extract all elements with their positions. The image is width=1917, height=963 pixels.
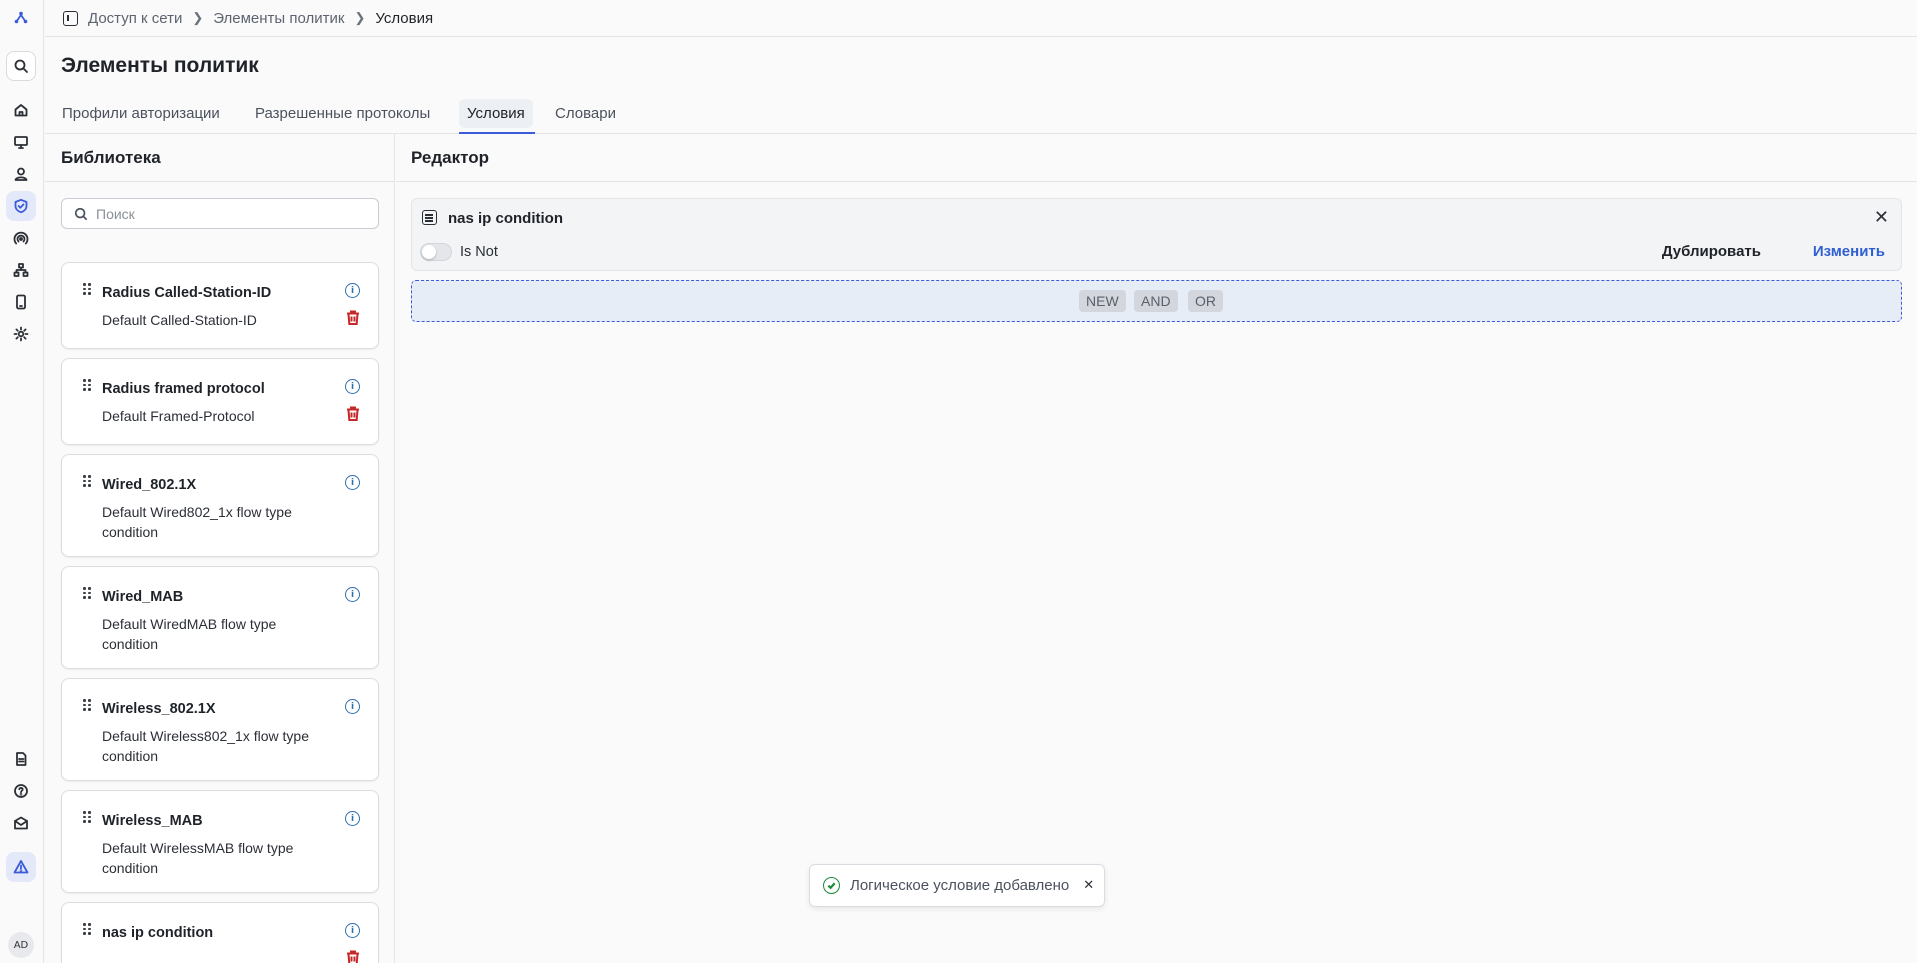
or-chip[interactable]: OR	[1188, 290, 1223, 312]
library-item-desc: Default Wired802_1x flow type condition	[102, 504, 292, 540]
drag-handle-icon[interactable]	[83, 283, 91, 295]
and-chip[interactable]: AND	[1134, 290, 1178, 312]
library-item-name: Wired_MAB	[102, 589, 184, 605]
gear-icon[interactable]	[6, 319, 36, 349]
drag-handle-icon[interactable]	[83, 923, 91, 935]
avatar[interactable]: AD	[8, 932, 34, 958]
info-icon[interactable]: i	[345, 811, 360, 826]
tab-dictionaries[interactable]: Словари	[547, 99, 624, 128]
tab-bar: Профили авторизации Разрешенные протокол…	[45, 95, 1917, 134]
chevron-right-icon: ❯	[354, 10, 366, 25]
library-item-name: Wireless_MAB	[102, 813, 203, 829]
is-not-toggle[interactable]	[420, 243, 452, 261]
edit-button[interactable]: Изменить	[1813, 243, 1885, 260]
breadcrumb-item-network-access[interactable]: Доступ к сети	[88, 10, 182, 27]
home-icon[interactable]	[6, 95, 36, 125]
info-icon[interactable]: i	[345, 923, 360, 938]
breadcrumb-item-conditions: Условия	[375, 9, 434, 27]
drag-handle-icon[interactable]	[83, 699, 91, 711]
editor-title: Редактор	[411, 148, 489, 167]
condition-dropzone[interactable]: NEW AND OR	[411, 280, 1902, 322]
info-icon[interactable]: i	[345, 475, 360, 490]
breadcrumb: Доступ к сети ❯ Элементы политик ❯ Услов…	[45, 0, 1917, 37]
library-panel: Библиотека Radius Called-Station-ID Defa…	[45, 134, 395, 963]
toast-message: Логическое условие добавлено	[850, 877, 1070, 894]
info-icon[interactable]: i	[345, 699, 360, 714]
condition-name: nas ip condition	[448, 210, 563, 227]
library-item-desc: Default WirelessMAB flow type condition	[102, 840, 294, 876]
close-icon[interactable]: ✕	[1874, 209, 1889, 227]
list-icon	[422, 210, 437, 225]
monitor-icon[interactable]	[6, 127, 36, 157]
editor-panel: Редактор nas ip condition ✕ Is Not Дубли…	[396, 134, 1917, 963]
library-item[interactable]: nas ip condition i	[61, 902, 379, 963]
toggle-sidebar-icon[interactable]	[63, 10, 78, 26]
library-item-name: Radius Called-Station-ID	[102, 285, 272, 301]
wifi-icon[interactable]	[6, 223, 36, 253]
logo-icon[interactable]	[6, 3, 36, 33]
library-item[interactable]: Wired_MAB Default WiredMAB flow type con…	[61, 566, 379, 669]
check-circle-icon	[823, 877, 840, 894]
docs-icon[interactable]	[6, 744, 36, 774]
library-item-name: Wireless_802.1X	[102, 701, 216, 717]
info-icon[interactable]: i	[345, 283, 360, 298]
library-item[interactable]: Radius framed protocol Default Framed-Pr…	[61, 358, 379, 445]
tab-conditions[interactable]: Условия	[459, 99, 533, 128]
search-input[interactable]	[96, 205, 346, 222]
close-icon[interactable]: ✕	[1083, 878, 1094, 893]
page-title: Элементы политик	[61, 54, 259, 77]
shield-icon[interactable]	[6, 191, 36, 221]
left-rail: AD	[0, 0, 44, 963]
trash-icon[interactable]	[346, 950, 360, 963]
condition-block: nas ip condition ✕ Is Not Дублировать Из…	[411, 198, 1902, 271]
library-item-name: nas ip condition	[102, 925, 214, 941]
search-icon[interactable]	[6, 51, 36, 81]
info-icon[interactable]: i	[345, 587, 360, 602]
mail-icon[interactable]	[6, 808, 36, 838]
new-chip[interactable]: NEW	[1079, 290, 1126, 312]
search-icon	[74, 207, 88, 220]
chevron-right-icon: ❯	[192, 10, 204, 25]
drag-handle-icon[interactable]	[83, 379, 91, 391]
library-item-name: Wired_802.1X	[102, 477, 197, 493]
drag-handle-icon[interactable]	[83, 587, 91, 599]
is-not-label: Is Not	[460, 244, 498, 260]
tab-authorization-profiles[interactable]: Профили авторизации	[54, 99, 228, 128]
help-icon[interactable]	[6, 776, 36, 806]
editor-header: Редактор	[396, 134, 1917, 182]
info-icon[interactable]: i	[345, 379, 360, 394]
library-item[interactable]: Wireless_MAB Default WirelessMAB flow ty…	[61, 790, 379, 893]
breadcrumb-item-policy-elements[interactable]: Элементы политик	[213, 10, 344, 27]
alert-icon[interactable]	[6, 852, 36, 882]
library-item[interactable]: Wireless_802.1X Default Wireless802_1x f…	[61, 678, 379, 781]
duplicate-button[interactable]: Дублировать	[1662, 243, 1761, 260]
user-icon[interactable]	[6, 159, 36, 189]
library-item-desc: Default WiredMAB flow type condition	[102, 616, 277, 652]
drag-handle-icon[interactable]	[83, 475, 91, 487]
network-icon[interactable]	[6, 255, 36, 285]
library-item[interactable]: Wired_802.1X Default Wired802_1x flow ty…	[61, 454, 379, 557]
device-icon[interactable]	[6, 287, 36, 317]
library-header: Библиотека	[45, 134, 394, 182]
library-item-desc: Default Wireless802_1x flow type conditi…	[102, 728, 309, 764]
library-item-name: Radius framed protocol	[102, 381, 265, 397]
toast-notification: Логическое условие добавлено ✕	[809, 864, 1105, 907]
library-item[interactable]: Radius Called-Station-ID Default Called-…	[61, 262, 379, 349]
library-item-desc: Default Called-Station-ID	[102, 312, 257, 328]
library-search[interactable]	[61, 198, 379, 229]
tab-allowed-protocols[interactable]: Разрешенные протоколы	[247, 99, 438, 128]
library-item-desc: Default Framed-Protocol	[102, 408, 255, 424]
trash-icon[interactable]	[346, 310, 360, 325]
drag-handle-icon[interactable]	[83, 811, 91, 823]
trash-icon[interactable]	[346, 406, 360, 421]
library-title: Библиотека	[61, 148, 161, 167]
